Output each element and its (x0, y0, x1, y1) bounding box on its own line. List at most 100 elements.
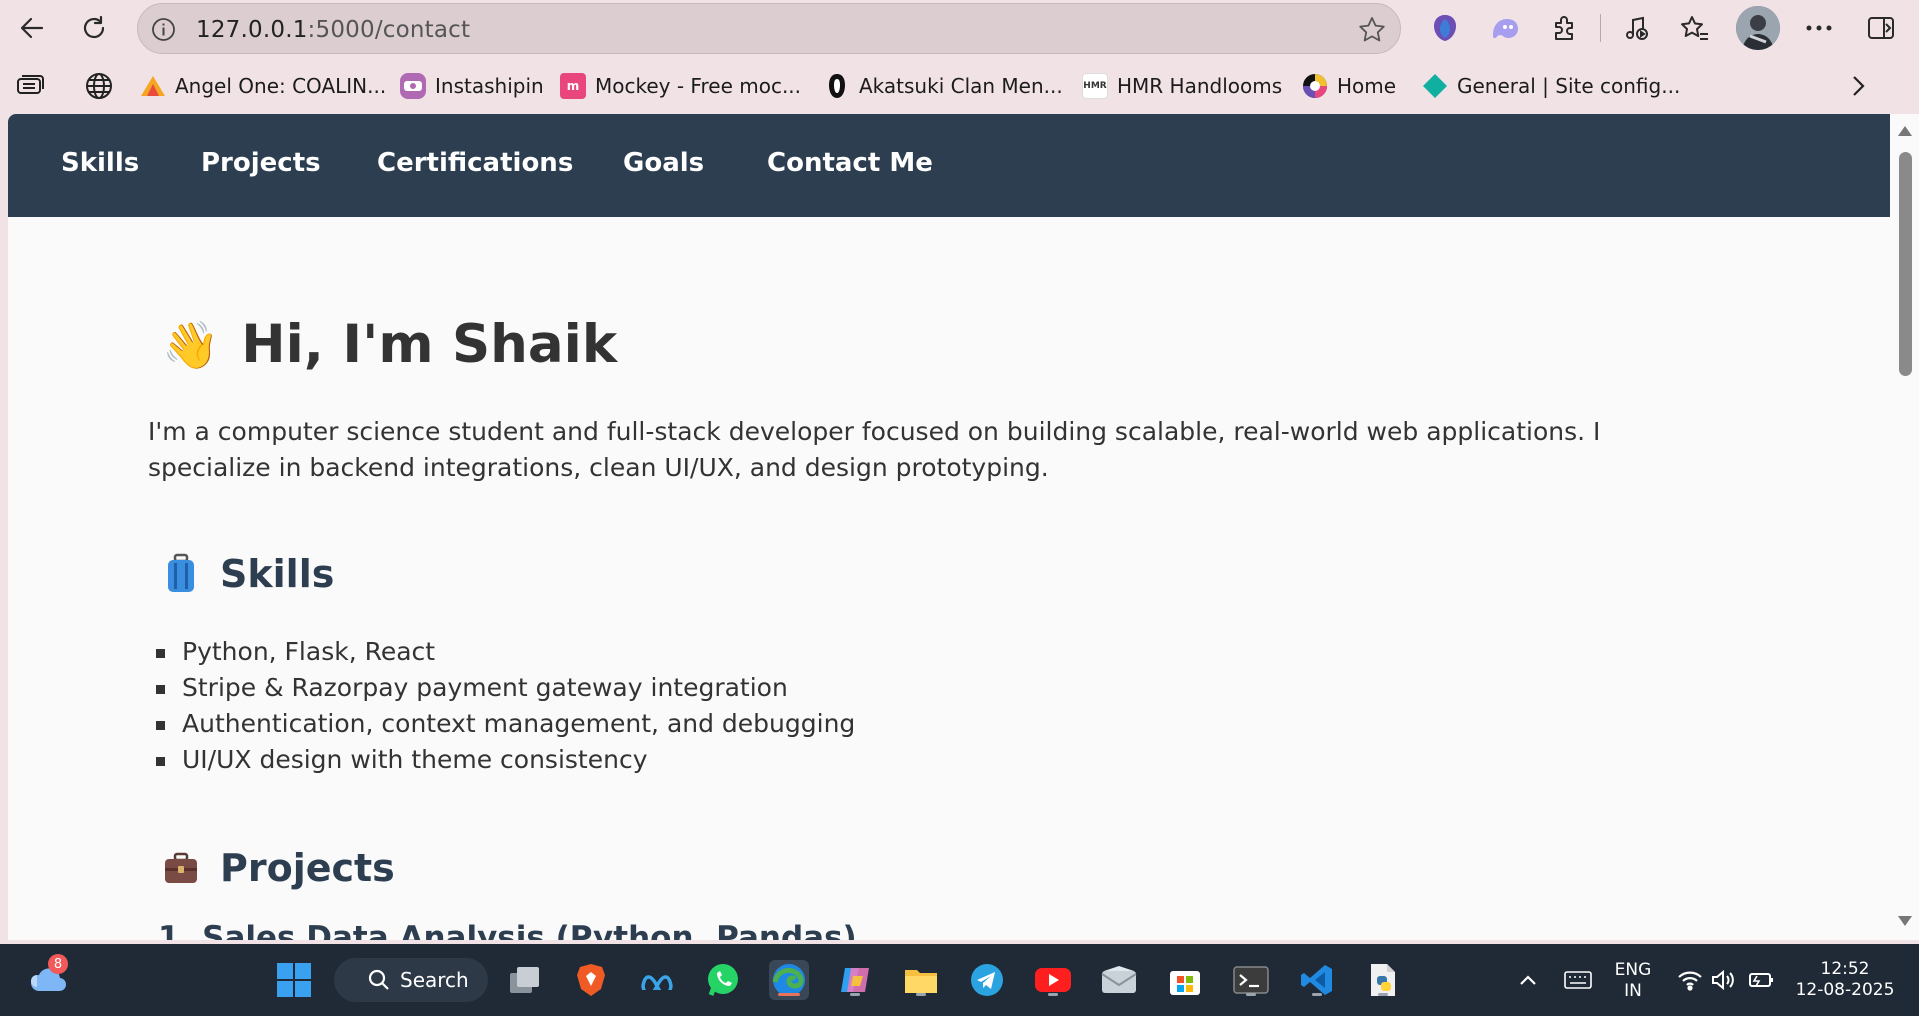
running-app-indicator (1378, 993, 1388, 996)
sidebar-toggle-icon[interactable] (1864, 11, 1898, 45)
url-path: :5000/contact (307, 17, 471, 43)
active-app-indicator (778, 993, 800, 996)
terminal-icon[interactable] (1231, 960, 1271, 1000)
bookmark-label: HMR Handlooms (1117, 74, 1283, 98)
nav-link-goals[interactable]: Goals (623, 148, 704, 178)
skills-heading: Skills (162, 552, 334, 596)
skill-item: UI/UX design with theme consistency (148, 742, 855, 778)
bookmark-label: General | Site config... (1457, 74, 1681, 98)
input-language[interactable]: ENG IN (1612, 960, 1654, 1002)
angel-one-icon (140, 73, 166, 99)
nav-link-skills[interactable]: Skills (61, 148, 139, 178)
collections-icon[interactable] (16, 71, 44, 101)
file-explorer-icon[interactable] (901, 960, 941, 1000)
reload-button[interactable] (74, 8, 114, 48)
more-options-icon[interactable] (1802, 11, 1836, 45)
favorites-icon[interactable] (1678, 11, 1712, 45)
site-info-icon[interactable] (151, 17, 176, 42)
start-windows-icon[interactable] (274, 960, 314, 1000)
bookmark-angel-one[interactable]: Angel One: COALIN... (140, 71, 386, 101)
meta-app-icon[interactable] (637, 960, 677, 1000)
browser-toolbar: 127.0.0.1:5000/contact (0, 0, 1919, 57)
back-button[interactable] (12, 8, 52, 48)
running-app-indicator (916, 993, 926, 996)
url-host: 127.0.0.1 (196, 17, 308, 43)
microsoft-store-icon[interactable] (1165, 960, 1205, 1000)
bookmark-label: Instashipin (435, 74, 544, 98)
search-icon (368, 969, 389, 990)
hero-heading: 👋 Hi, I'm Shaik (162, 314, 617, 375)
project-title: 1. Sales Data Analysis (Python, Pandas) (158, 920, 857, 940)
task-view-icon[interactable] (505, 960, 545, 1000)
bookmark-label: Mockey - Free moc... (595, 74, 802, 98)
hmr-icon: HMR (1082, 73, 1108, 99)
taskbar-search-label: Search (400, 968, 469, 992)
nav-link-certifications[interactable]: Certifications (377, 148, 573, 178)
brave-browser-icon[interactable] (571, 960, 611, 1000)
nav-link-contact-me[interactable]: Contact Me (767, 148, 933, 178)
bookmark-mockey[interactable]: m Mockey - Free moc... (560, 71, 801, 101)
bookmarks-more-chevron-icon[interactable] (1850, 71, 1866, 101)
skill-item: Python, Flask, React (148, 634, 855, 670)
briefcase-icon (165, 852, 197, 883)
volume-icon[interactable] (1703, 960, 1743, 1000)
running-app-indicator (1312, 993, 1322, 996)
clock-time: 12:52 (1820, 959, 1870, 979)
hero-title-text: Hi, I'm Shaik (241, 314, 618, 375)
skill-item: Authentication, context management, and … (148, 706, 855, 742)
youtube-icon[interactable] (1033, 960, 1073, 1000)
taskbar-search-box[interactable]: Search (334, 958, 488, 1002)
telegram-icon[interactable] (967, 960, 1007, 1000)
site-navbar: Skills Projects Certifications Goals Con… (8, 114, 1890, 217)
python-file-icon[interactable] (1363, 960, 1403, 1000)
page-viewport: Skills Projects Certifications Goals Con… (8, 114, 1919, 940)
running-app-indicator (850, 993, 860, 996)
show-hidden-icons-chevron-icon[interactable] (1508, 960, 1548, 1000)
skills-heading-text: Skills (220, 552, 335, 596)
profile-avatar[interactable] (1736, 6, 1780, 50)
vscode-icon[interactable] (1297, 960, 1337, 1000)
home-icon (1302, 73, 1328, 99)
mockey-icon: m (560, 73, 586, 99)
favorite-star-icon[interactable] (1357, 15, 1387, 45)
bookmark-label: Akatsuki Clan Men... (859, 74, 1063, 98)
scroll-up-arrow-icon[interactable] (1898, 126, 1912, 136)
nav-link-projects[interactable]: Projects (201, 148, 321, 178)
clock-date: 12-08-2025 (1795, 980, 1895, 1000)
copilot-icon[interactable] (835, 960, 875, 1000)
taskbar: Search ENG IN 12:52 12-08-2025 (0, 944, 1919, 1016)
bookmark-instashipin[interactable]: Instashipin (400, 71, 544, 101)
extension-ghost-icon[interactable] (1488, 11, 1522, 45)
vertical-scrollbar[interactable] (1890, 114, 1919, 940)
media-control-icon[interactable] (1620, 11, 1654, 45)
intro-paragraph: I'm a computer science student and full-… (148, 417, 1601, 482)
projects-heading: Projects (162, 846, 395, 890)
globe-icon[interactable] (84, 71, 114, 101)
mail-icon[interactable] (1099, 960, 1139, 1000)
extensions-puzzle-icon[interactable] (1548, 11, 1582, 45)
reload-icon (83, 15, 105, 39)
clock[interactable]: 12:52 12-08-2025 (1790, 959, 1900, 1001)
bookmark-site-config[interactable]: General | Site config... (1422, 71, 1680, 101)
back-arrow-icon (20, 17, 44, 39)
bookmark-hmr-handlooms[interactable]: HMR HMR Handlooms (1082, 71, 1282, 101)
bookmark-home[interactable]: Home (1302, 71, 1396, 101)
scroll-down-arrow-icon[interactable] (1898, 916, 1912, 926)
whatsapp-icon[interactable] (703, 960, 743, 1000)
bookmark-akatsuki[interactable]: Akatsuki Clan Men... (824, 71, 1063, 101)
edge-browser-icon[interactable] (769, 960, 809, 1000)
url-text[interactable]: 127.0.0.1:5000/contact (196, 17, 470, 43)
scroll-thumb[interactable] (1899, 152, 1912, 376)
skills-list: Python, Flask, React Stripe & Razorpay p… (148, 634, 855, 778)
instashipin-icon (400, 73, 426, 99)
projects-heading-text: Projects (220, 846, 395, 890)
address-bar[interactable]: 127.0.0.1:5000/contact (137, 3, 1401, 54)
running-app-indicator (1246, 993, 1256, 996)
running-app-indicator (1048, 993, 1058, 996)
keyboard-icon[interactable] (1558, 960, 1598, 1000)
extension-shield-icon[interactable] (1428, 11, 1462, 45)
region-code: IN (1624, 981, 1642, 1001)
battery-icon[interactable] (1741, 960, 1781, 1000)
bookmark-label: Angel One: COALIN... (175, 74, 387, 98)
akatsuki-icon (824, 73, 850, 99)
